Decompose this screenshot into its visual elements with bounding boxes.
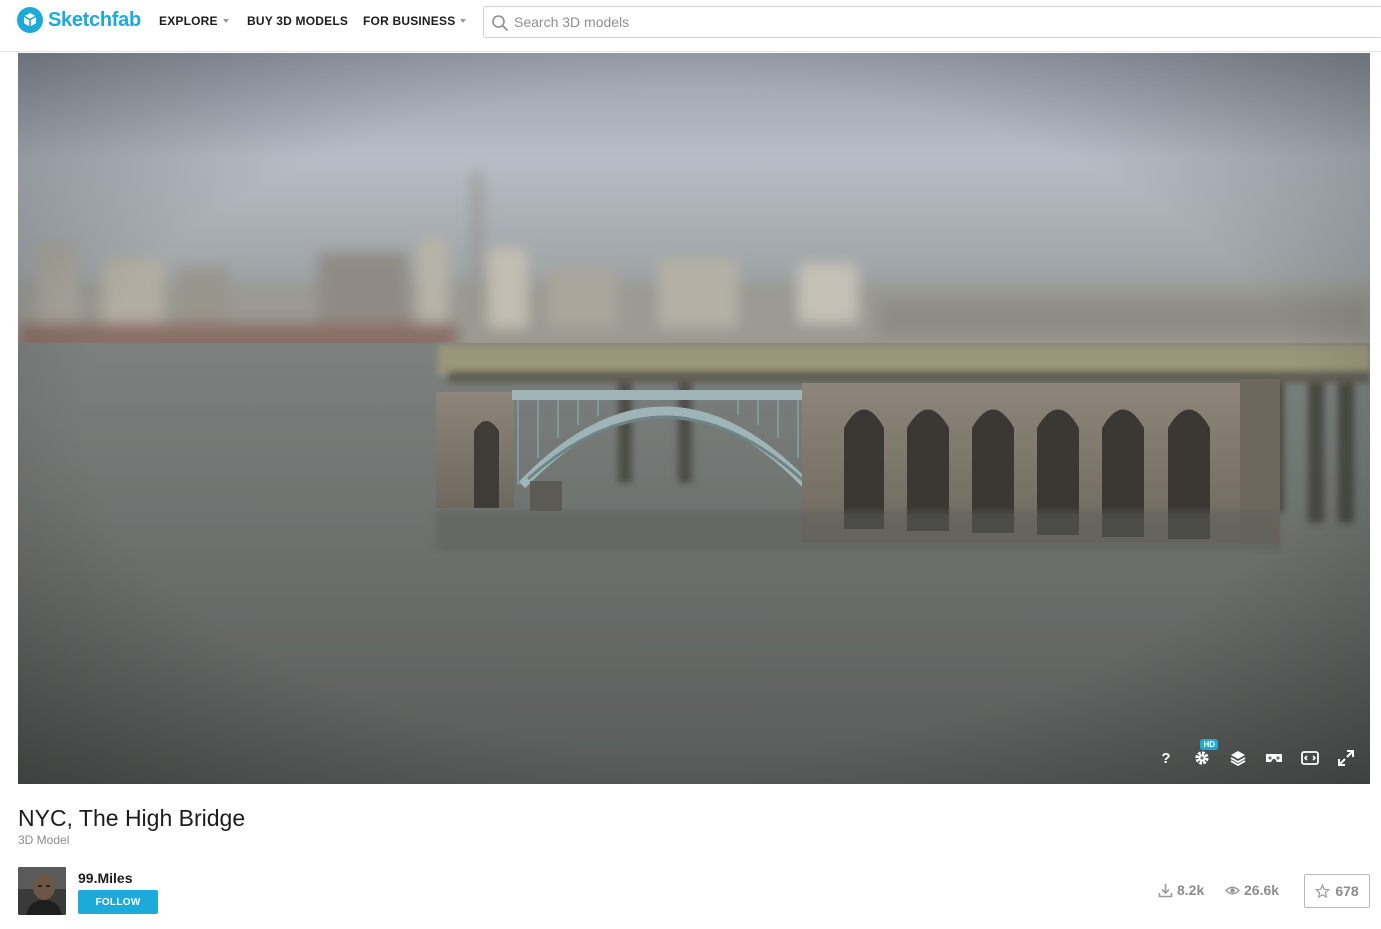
views-stat: 26.6k — [1225, 882, 1279, 898]
author-avatar[interactable] — [18, 867, 66, 915]
model-type-label: 3D Model — [18, 833, 70, 847]
download-icon — [1158, 883, 1173, 897]
star-icon — [1315, 883, 1331, 898]
embed-icon — [1301, 751, 1319, 765]
follow-button[interactable]: FOLLOW — [78, 890, 158, 914]
avatar-image — [18, 867, 66, 915]
chevron-down-icon — [222, 19, 229, 23]
nav-buy-label: BUY 3D MODELS — [247, 14, 349, 28]
help-button[interactable]: ? — [1154, 746, 1178, 770]
nav-business-label: FOR BUSINESS — [363, 14, 456, 28]
fullscreen-button[interactable] — [1334, 746, 1358, 770]
layers-button[interactable] — [1226, 746, 1250, 770]
chevron-down-icon — [460, 19, 467, 23]
vr-button[interactable] — [1262, 746, 1286, 770]
nav-for-business[interactable]: FOR BUSINESS — [363, 14, 467, 28]
views-count: 26.6k — [1244, 882, 1280, 898]
top-header: Sketchfab EXPLORE BUY 3D MODELS FOR BUSI… — [0, 0, 1381, 52]
eye-icon — [1225, 886, 1240, 894]
help-icon: ? — [1161, 749, 1171, 767]
nav-buy-3d-models[interactable]: BUY 3D MODELS — [247, 14, 348, 28]
search-icon — [492, 15, 508, 31]
downloads-stat: 8.2k — [1158, 882, 1204, 898]
downloads-count: 8.2k — [1177, 882, 1205, 898]
hd-badge: HD — [1200, 739, 1218, 750]
fullscreen-icon — [1338, 750, 1354, 766]
sketchfab-logo-icon — [17, 7, 43, 33]
gear-icon — [1195, 751, 1209, 765]
viewer-controls: ? HD — [1142, 739, 1358, 770]
model-scene-render — [18, 53, 1370, 784]
model-title: NYC, The High Bridge — [18, 805, 246, 831]
search-box — [483, 6, 1381, 38]
model-viewer[interactable]: ? HD — [18, 53, 1370, 784]
embed-button[interactable] — [1298, 746, 1322, 770]
search-input[interactable] — [514, 7, 1364, 37]
author-name[interactable]: 99.Miles — [78, 870, 132, 886]
brand-name: Sketchfab — [48, 8, 141, 31]
nav-explore[interactable]: EXPLORE — [159, 14, 229, 28]
settings-button[interactable]: HD — [1190, 739, 1218, 770]
vr-headset-icon — [1266, 754, 1282, 762]
likes-count: 678 — [1335, 883, 1359, 899]
layers-icon — [1230, 751, 1246, 767]
sketchfab-logo[interactable]: Sketchfab — [17, 6, 141, 34]
like-button[interactable]: 678 — [1304, 874, 1370, 908]
nav-explore-label: EXPLORE — [159, 14, 218, 28]
